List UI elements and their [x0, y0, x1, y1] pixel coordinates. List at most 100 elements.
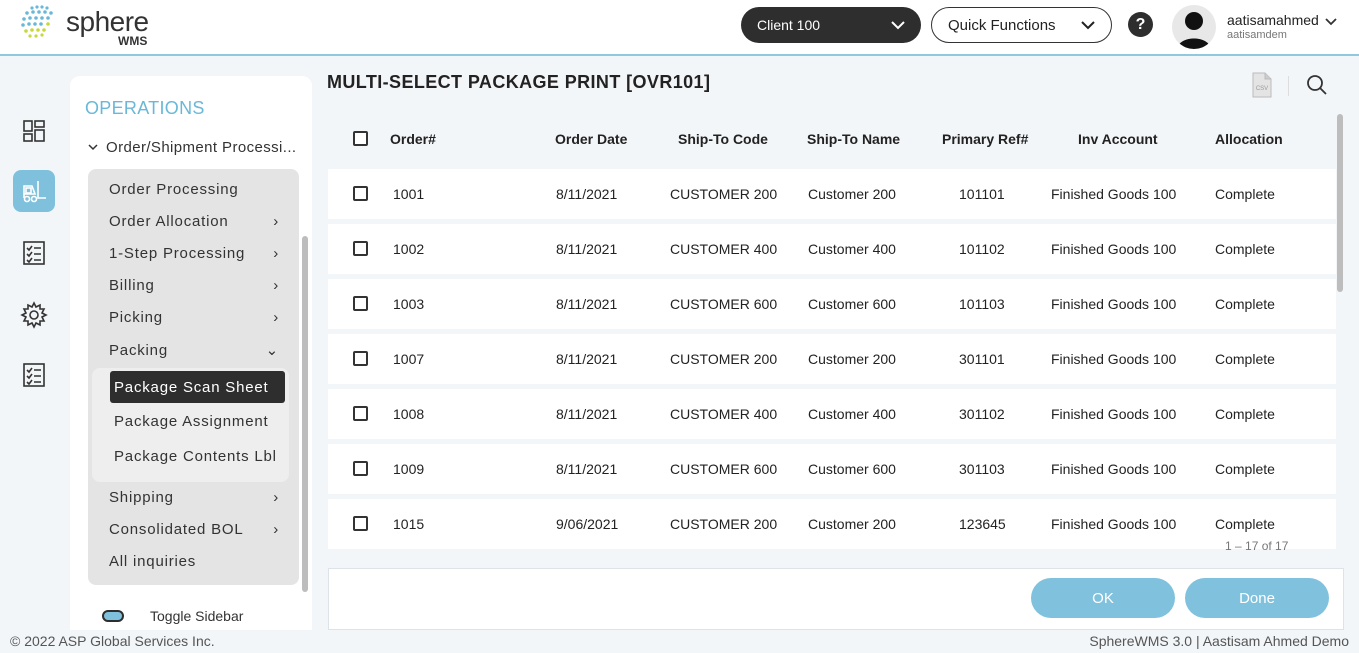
row-checkbox[interactable]: [353, 296, 368, 311]
reports-nav-button[interactable]: [13, 232, 55, 274]
column-header-ship-to-name[interactable]: Ship-To Name: [807, 131, 900, 147]
table-cell: 101102: [959, 241, 1005, 257]
column-header-allocation[interactable]: Allocation: [1215, 131, 1283, 147]
checklist-icon: [23, 363, 45, 387]
row-checkbox[interactable]: [353, 186, 368, 201]
row-checkbox[interactable]: [353, 351, 368, 366]
sidebar-subitem-package-contents-lbl[interactable]: Package Contents Lbl: [110, 440, 285, 472]
page-footer: © 2022 ASP Global Services Inc. SphereWM…: [0, 630, 1359, 653]
grid-header-row: Order# Order Date Ship-To Code Ship-To N…: [328, 114, 1336, 164]
version-text: SphereWMS 3.0 | Aastisam Ahmed Demo: [1089, 633, 1349, 649]
table-cell: Finished Goods 100: [1051, 406, 1177, 422]
table-cell: 1002: [393, 241, 425, 257]
avatar[interactable]: [1172, 5, 1216, 49]
column-header-order-date[interactable]: Order Date: [555, 131, 627, 147]
checklist-icon: [23, 241, 45, 265]
sidebar-item-order-processing[interactable]: Order Processing: [109, 181, 279, 198]
table-cell: Customer 400: [808, 241, 896, 257]
table-cell: 1015: [393, 516, 425, 532]
icon-rail: [0, 58, 70, 630]
table-row[interactable]: 1003 8/11/2021 CUSTOMER 600 Customer 600 101…: [328, 279, 1336, 329]
orders-grid: Order# Order Date Ship-To Code Ship-To N…: [328, 114, 1343, 586]
toggle-switch[interactable]: [102, 610, 124, 622]
table-cell: CUSTOMER 400: [670, 406, 778, 422]
quick-functions-select[interactable]: Quick Functions: [931, 7, 1112, 43]
sidebar-title: OPERATIONS: [85, 98, 205, 118]
sidebar-item-label: All inquiries: [109, 553, 197, 570]
sidebar-item-label: Picking: [109, 309, 163, 326]
table-cell: CUSTOMER 600: [670, 461, 778, 477]
operations-nav-button[interactable]: [13, 170, 55, 212]
copyright-text: © 2022 ASP Global Services Inc.: [10, 633, 215, 649]
table-cell: Finished Goods 100: [1051, 351, 1177, 367]
sidebar-item-1-step-processing[interactable]: 1-Step Processing ›: [109, 245, 279, 262]
sidebar-item-all-inquiries[interactable]: All inquiries: [109, 553, 279, 570]
sidebar-item-packing[interactable]: Packing ⌄: [109, 341, 279, 360]
table-cell: 8/11/2021: [556, 406, 618, 422]
table-row[interactable]: 1001 8/11/2021 CUSTOMER 200 Customer 200 101…: [328, 169, 1336, 219]
sidebar-item-shipping[interactable]: Shipping ›: [109, 489, 279, 506]
table-cell: Complete: [1215, 296, 1275, 312]
sidebar-subitem-package-scan-sheet[interactable]: Package Scan Sheet: [110, 371, 285, 403]
table-cell: Complete: [1215, 241, 1275, 257]
table-cell: 1009: [393, 461, 425, 477]
search-button[interactable]: [1306, 74, 1328, 101]
row-checkbox[interactable]: [353, 516, 368, 531]
toolbar-divider: [1288, 76, 1289, 96]
column-header-order[interactable]: Order#: [390, 131, 436, 147]
sidebar-section-order-shipment[interactable]: Order/Shipment Processi...: [88, 139, 300, 156]
toggle-sidebar-label: Toggle Sidebar: [150, 608, 244, 624]
sidebar-item-order-allocation[interactable]: Order Allocation ›: [109, 213, 279, 230]
sidebar-item-label: Packing: [109, 341, 168, 359]
table-cell: 301102: [959, 406, 1005, 422]
sidebar-scrollbar[interactable]: [302, 236, 308, 592]
table-cell: 8/11/2021: [556, 186, 618, 202]
table-row[interactable]: 1009 8/11/2021 CUSTOMER 600 Customer 600 301…: [328, 444, 1336, 494]
table-cell: 101101: [959, 186, 1005, 202]
chevron-down-icon[interactable]: [1325, 18, 1337, 26]
chevron-down-icon: [88, 144, 98, 151]
ok-button[interactable]: OK: [1031, 578, 1175, 618]
table-cell: Complete: [1215, 461, 1275, 477]
client-select-value: Client 100: [757, 17, 821, 33]
help-button[interactable]: ?: [1128, 12, 1153, 37]
logo-subtext: WMS: [118, 34, 148, 48]
row-checkbox[interactable]: [353, 406, 368, 421]
table-cell: Customer 400: [808, 406, 896, 422]
quick-functions-label: Quick Functions: [948, 16, 1056, 34]
dashboard-nav-button[interactable]: [13, 110, 55, 152]
select-all-checkbox[interactable]: [353, 131, 368, 146]
csv-export-button[interactable]: CSV: [1252, 72, 1272, 103]
column-header-ship-to-code[interactable]: Ship-To Code: [678, 131, 768, 147]
table-cell: Complete: [1215, 406, 1275, 422]
settings-nav-button[interactable]: [13, 294, 55, 336]
row-checkbox[interactable]: [353, 461, 368, 476]
user-name[interactable]: aatisamahmed: [1227, 12, 1319, 28]
sidebar-item-billing[interactable]: Billing ›: [109, 277, 279, 294]
table-row[interactable]: 1007 8/11/2021 CUSTOMER 200 Customer 200 301…: [328, 334, 1336, 384]
chevron-down-icon: [891, 20, 905, 29]
toggle-sidebar[interactable]: Toggle Sidebar: [102, 608, 243, 624]
table-cell: 123645: [959, 516, 1006, 532]
column-header-inv-account[interactable]: Inv Account: [1078, 131, 1158, 147]
table-cell: CUSTOMER 200: [670, 186, 778, 202]
row-checkbox[interactable]: [353, 241, 368, 256]
done-button[interactable]: Done: [1185, 578, 1329, 618]
sidebar-item-consolidated-bol[interactable]: Consolidated BOL ›: [109, 521, 279, 538]
user-icon: [1177, 12, 1211, 49]
chevron-right-icon: ›: [273, 213, 279, 230]
packing-submenu: Package Scan Sheet Package Assignment Pa…: [92, 368, 289, 482]
sidebar-subitem-package-assignment[interactable]: Package Assignment: [110, 405, 285, 437]
table-cell: Finished Goods 100: [1051, 186, 1177, 202]
sidebar-item-picking[interactable]: Picking ›: [109, 309, 279, 326]
table-row[interactable]: 1015 9/06/2021 CUSTOMER 200 Customer 200 123…: [328, 499, 1336, 549]
client-select[interactable]: Client 100: [741, 7, 921, 43]
column-header-primary-ref[interactable]: Primary Ref#: [942, 131, 1028, 147]
table-cell: 8/11/2021: [556, 461, 618, 477]
table-row[interactable]: 1002 8/11/2021 CUSTOMER 400 Customer 400 101…: [328, 224, 1336, 274]
grid-scrollbar[interactable]: [1337, 114, 1343, 292]
sidebar-item-label: Consolidated BOL: [109, 521, 244, 538]
inquiries-nav-button[interactable]: [13, 354, 55, 396]
sphere-logo[interactable]: sphere WMS: [18, 4, 168, 48]
table-row[interactable]: 1008 8/11/2021 CUSTOMER 400 Customer 400 301…: [328, 389, 1336, 439]
